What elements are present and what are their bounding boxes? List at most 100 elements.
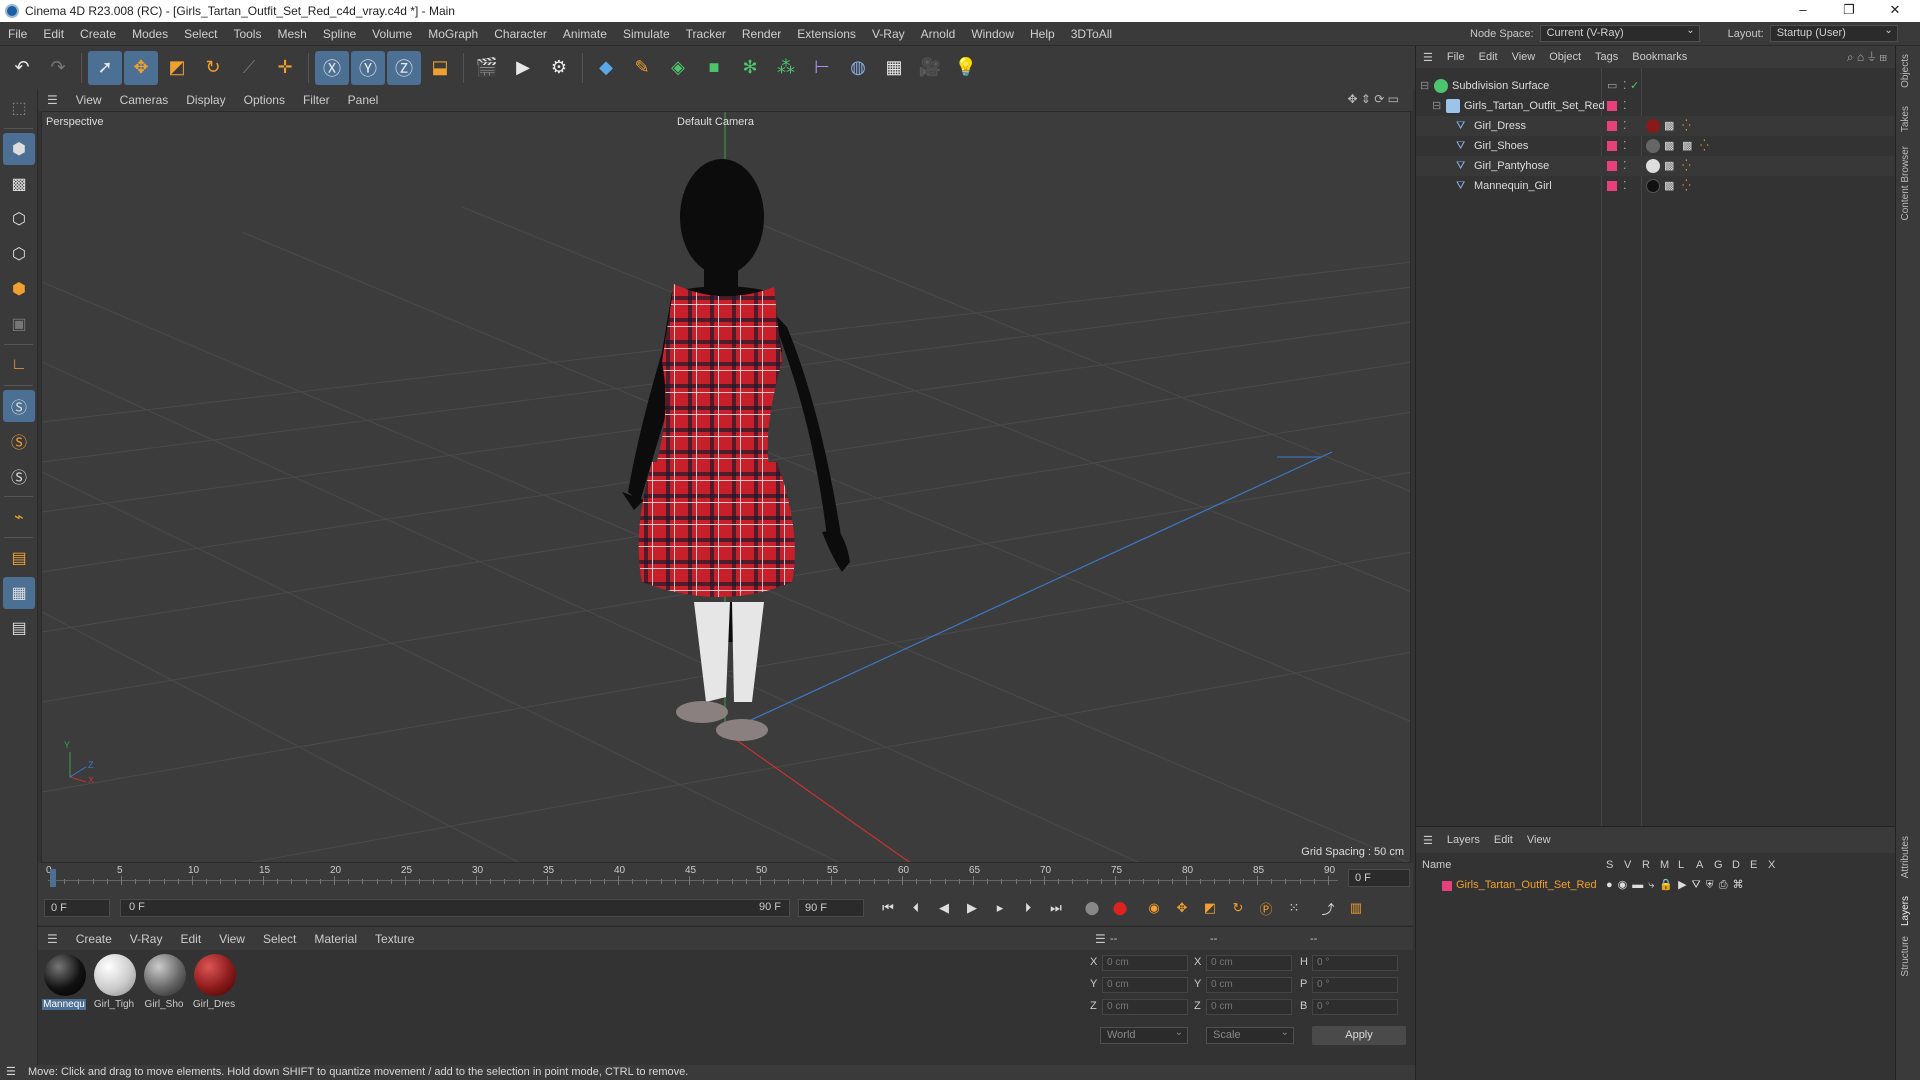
object-row[interactable]: ⊟ Subdivision Surface ▭ ⁚ ✓ bbox=[1416, 76, 1896, 96]
object-row[interactable]: ⛛ Girl_Dress ⁚ ▩ ⁛ bbox=[1416, 116, 1896, 136]
object-row[interactable]: ⛛ Girl_Pantyhose ⁚ ▩ ⁛ bbox=[1416, 156, 1896, 176]
object-hamburger-icon[interactable]: ☰ bbox=[1416, 51, 1440, 64]
menu-3dtoall[interactable]: 3DToAll bbox=[1063, 27, 1120, 41]
object-row[interactable]: ⛛ Mannequin_Girl ⁚ ▩ ⁛ bbox=[1416, 176, 1896, 196]
shoes[interactable] bbox=[676, 701, 768, 741]
recent-tool-icon[interactable]: ⟋ bbox=[232, 51, 266, 85]
menu-file[interactable]: File bbox=[0, 27, 35, 41]
object-row[interactable]: ⛛ Girl_Shoes ⁚ ▩ ▩ ⁛ bbox=[1416, 136, 1896, 156]
autokey-icon[interactable]: ⬤ bbox=[1108, 896, 1132, 920]
goto-end-icon[interactable]: ⏭ bbox=[1044, 896, 1068, 920]
layer-menu-view[interactable]: View bbox=[1520, 834, 1558, 846]
node-space-dropdown[interactable]: Current (V-Ray) bbox=[1539, 23, 1700, 42]
x-axis-lock-icon[interactable]: Ⓧ bbox=[315, 50, 349, 85]
preview-range-slider[interactable]: 0 F 90 F bbox=[120, 899, 790, 917]
viewport-menu-panel[interactable]: Panel bbox=[339, 93, 388, 107]
grid-icon[interactable]: ▦ bbox=[3, 577, 35, 609]
uvw-tag-icon[interactable]: ▩ bbox=[1664, 136, 1674, 156]
position-key-icon[interactable]: ✥ bbox=[1170, 896, 1194, 920]
texture-mode-icon[interactable]: ▩ bbox=[3, 168, 35, 200]
visibility-dots-icon[interactable]: ⁚ bbox=[1623, 156, 1627, 176]
viewport-menu-cameras[interactable]: Cameras bbox=[111, 93, 178, 107]
object-menu-tags[interactable]: Tags bbox=[1588, 51, 1625, 63]
interpolation-icon[interactable]: ⤴ bbox=[1316, 896, 1340, 920]
rotate-tool-icon[interactable]: ↻ bbox=[196, 51, 230, 85]
material-swatch[interactable]: Mannequ bbox=[42, 954, 88, 1010]
viewport-menu-options[interactable]: Options bbox=[235, 93, 294, 107]
tartan-dress[interactable] bbox=[638, 284, 795, 597]
timeline-window-icon[interactable]: ▥ bbox=[1344, 896, 1368, 920]
scale-mode-dropdown[interactable]: Scale bbox=[1206, 1025, 1294, 1044]
pantyhose-legs[interactable] bbox=[694, 602, 764, 702]
menu-create[interactable]: Create bbox=[72, 27, 124, 41]
pla-key-icon[interactable]: ⁙ bbox=[1282, 896, 1306, 920]
camera-icon[interactable]: 🎥 bbox=[913, 51, 947, 85]
object-menu-bookmarks[interactable]: Bookmarks bbox=[1625, 51, 1694, 63]
enabled-check-icon[interactable]: ✓ bbox=[1630, 76, 1639, 96]
tab-layers[interactable]: Layers bbox=[1900, 896, 1911, 926]
phong-tag-icon[interactable]: ⁛ bbox=[1700, 136, 1709, 156]
live-select-icon[interactable]: ✛ bbox=[268, 51, 302, 85]
layer-color-swatch[interactable] bbox=[1607, 101, 1617, 111]
phong-tag-icon[interactable]: ⁛ bbox=[1682, 156, 1691, 176]
material-menu-edit[interactable]: Edit bbox=[171, 932, 210, 946]
play-icon[interactable]: ▶ bbox=[960, 896, 984, 920]
coordinate-system-icon[interactable]: ⬓ bbox=[423, 51, 457, 85]
mograph-icon[interactable]: ⁂ bbox=[769, 51, 803, 85]
layer-color-swatch[interactable] bbox=[1607, 121, 1617, 131]
object-row[interactable]: ⊟ Girls_Tartan_Outfit_Set_Red ⁚ bbox=[1416, 96, 1896, 116]
polygons-mode-icon[interactable]: ⬢ bbox=[3, 273, 35, 305]
y-axis-lock-icon[interactable]: Ⓨ bbox=[351, 50, 385, 85]
coordinate-space-dropdown[interactable]: World bbox=[1100, 1025, 1188, 1044]
visibility-dots-icon[interactable]: ⁚ bbox=[1623, 76, 1627, 96]
size-z-field[interactable]: 0 cm bbox=[1206, 999, 1292, 1015]
render-picture-viewer-icon[interactable]: ▶ bbox=[506, 51, 540, 85]
visibility-dots-icon[interactable]: ⁚ bbox=[1623, 96, 1627, 116]
material-swatch[interactable]: Girl_Dres bbox=[192, 954, 238, 1010]
current-frame-field[interactable]: 0 F bbox=[1348, 869, 1410, 887]
edit-toggle-icon[interactable]: ▭ bbox=[1607, 76, 1617, 96]
locked-workplane-icon[interactable]: ▤ bbox=[3, 612, 35, 644]
menu-arnold[interactable]: Arnold bbox=[913, 27, 964, 41]
layout-dropdown[interactable]: Startup (User) bbox=[1769, 23, 1898, 42]
menu-mesh[interactable]: Mesh bbox=[269, 27, 314, 41]
prev-key-icon[interactable]: ⏴ bbox=[904, 896, 928, 920]
move-tool-icon[interactable]: ✥ bbox=[124, 50, 158, 85]
quantize-icon[interactable]: Ⓢ bbox=[3, 460, 35, 492]
menu-render[interactable]: Render bbox=[734, 27, 789, 41]
menu-tools[interactable]: Tools bbox=[225, 27, 269, 41]
cube-icon[interactable]: ◆ bbox=[589, 51, 623, 85]
object-menu-view[interactable]: View bbox=[1505, 51, 1543, 63]
menu-window[interactable]: Window bbox=[963, 27, 1022, 41]
snap-icon[interactable]: Ⓢ bbox=[3, 390, 35, 422]
material-menu-create[interactable]: Create bbox=[67, 932, 121, 946]
uvw-tag-icon[interactable]: ▩ bbox=[1682, 136, 1692, 156]
floor-icon[interactable]: ▦ bbox=[877, 51, 911, 85]
viewport-nav-icons[interactable]: ✥ ⇕ ⟳ ▭ bbox=[1347, 92, 1399, 106]
viewport-menu-view[interactable]: View bbox=[67, 93, 111, 107]
start-frame-field[interactable]: 0 F bbox=[44, 899, 110, 917]
material-tag-icon[interactable] bbox=[1646, 119, 1660, 133]
parameter-key-icon[interactable]: Ⓟ bbox=[1254, 896, 1278, 920]
undo-icon[interactable]: ↶ bbox=[5, 51, 39, 85]
pen-spline-icon[interactable]: ✎ bbox=[625, 51, 659, 85]
menu-mograph[interactable]: MoGraph bbox=[420, 27, 486, 41]
rotation-p-field[interactable]: 0 ° bbox=[1312, 977, 1398, 993]
material-menu-material[interactable]: Material bbox=[305, 932, 366, 946]
object-menu-file[interactable]: File bbox=[1440, 51, 1472, 63]
object-menu-object[interactable]: Object bbox=[1542, 51, 1588, 63]
expand-icon[interactable]: ⊟ bbox=[1432, 96, 1441, 116]
tab-attributes[interactable]: Attributes bbox=[1900, 836, 1911, 878]
workplane-icon[interactable]: ▤ bbox=[3, 542, 35, 574]
maximize-button[interactable]: ❐ bbox=[1826, 0, 1872, 22]
menu-modes[interactable]: Modes bbox=[124, 27, 176, 41]
z-axis-lock-icon[interactable]: Ⓩ bbox=[387, 50, 421, 85]
select-tool-icon[interactable]: ➚ bbox=[88, 50, 122, 85]
model-mode-icon[interactable]: ⬢ bbox=[3, 133, 35, 165]
material-menu-texture[interactable]: Texture bbox=[366, 932, 423, 946]
material-tag-icon[interactable] bbox=[1646, 159, 1660, 173]
rotation-b-field[interactable]: 0 ° bbox=[1312, 999, 1398, 1015]
tab-structure[interactable]: Structure bbox=[1900, 936, 1911, 977]
edges-mode-icon[interactable]: ⬡ bbox=[3, 238, 35, 270]
position-x-field[interactable]: 0 cm bbox=[1102, 955, 1188, 971]
